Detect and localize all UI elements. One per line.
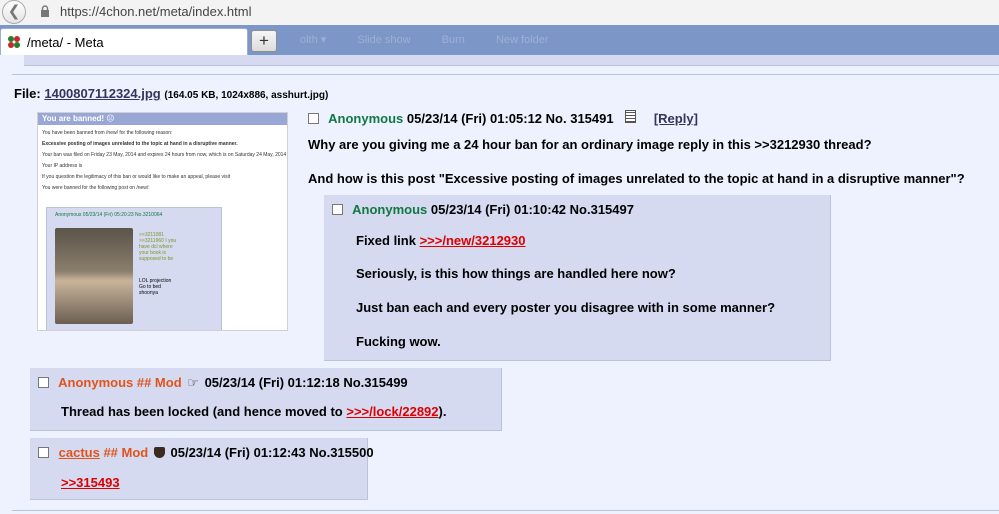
- qr-code-icon[interactable]: [625, 110, 637, 123]
- mod-poster-name: Anonymous ## Mod: [58, 375, 182, 390]
- post-datetime: 05/23/14 (Fri) 01:12:18: [204, 375, 340, 390]
- divider: [12, 74, 999, 75]
- reply-message-line: Fixed link >>>/new/3212930: [356, 233, 526, 248]
- back-arrow-icon[interactable]: ❮: [2, 0, 26, 24]
- post-datetime: 05/23/14 (Fri) 01:05:12: [406, 111, 543, 126]
- reply-message-line: >>315493: [61, 475, 120, 490]
- post-select-checkbox[interactable]: [38, 447, 49, 458]
- banned-post-quotes: >>3211081 >>3211960 I you have dcl where…: [139, 232, 177, 262]
- address-bar: ❮ https://4chon.net/meta/index.html: [0, 0, 999, 26]
- ban-text-line: Your ban was filed on Friday 23 May, 201…: [42, 152, 287, 158]
- poster-name: Anonymous: [328, 111, 404, 126]
- post-datetime: 05/23/14 (Fri) 01:12:43: [170, 445, 306, 460]
- post-number[interactable]: No. 315491: [546, 111, 614, 126]
- mod-poster-name[interactable]: cactus: [59, 445, 100, 460]
- ban-banner: You are banned! ☹: [38, 113, 287, 125]
- ban-text-line: Your IP address is: [42, 163, 83, 169]
- post-select-checkbox[interactable]: [38, 377, 49, 388]
- post-select-checkbox[interactable]: [332, 204, 343, 215]
- board-link[interactable]: >>>/new/3212930: [420, 233, 526, 248]
- toolbar-item: Burn: [441, 34, 465, 46]
- portrait-photo: [55, 228, 133, 324]
- new-tab-button[interactable]: +: [251, 30, 277, 52]
- op-message-line: Why are you giving me a 24 hour ban for …: [308, 137, 872, 152]
- mod-capcode: ## Mod: [103, 445, 149, 460]
- previous-post-edge: [24, 55, 999, 66]
- op-message-line: And how is this post "Excessive posting …: [308, 171, 965, 186]
- toolbar-item: olth ▾: [300, 34, 327, 46]
- thread-page: File: 1400807112324.jpg (164.05 KB, 1024…: [0, 55, 999, 514]
- banned-post-preview: Anonymous 05/23/14 (Fri) 05:20:23 No.321…: [46, 207, 222, 330]
- board-link[interactable]: >>>/lock/22892: [346, 404, 438, 419]
- tab-meta[interactable]: /meta/ - Meta: [0, 28, 248, 55]
- reply-header: Anonymous ## Mod ☞ 05/23/14 (Fri) 01:12:…: [38, 375, 408, 391]
- file-info-line: File: 1400807112324.jpg (164.05 KB, 1024…: [14, 86, 328, 101]
- poster-name: Anonymous: [352, 202, 428, 217]
- fixed-label: Fixed link: [356, 233, 416, 248]
- divider: [12, 510, 999, 511]
- ban-text-line: You were banned for the following post o…: [42, 185, 150, 191]
- post-number[interactable]: No.315497: [570, 202, 634, 217]
- reply-message-line: Seriously, is this how things are handle…: [356, 266, 676, 281]
- lock-icon: [41, 5, 49, 17]
- reply-message-line: Just ban each and every poster you disag…: [356, 300, 776, 315]
- reply-post: cactus ## Mod 05/23/14 (Fri) 01:12:43 No…: [30, 438, 374, 500]
- pointing-hand-icon: ☞: [187, 375, 199, 390]
- url-field[interactable]: https://4chon.net/meta/index.html: [60, 4, 252, 19]
- post-select-checkbox[interactable]: [308, 113, 319, 124]
- reply-message-line: Thread has been locked (and hence moved …: [61, 404, 446, 419]
- clover-icon: [8, 36, 20, 48]
- ban-text-line: Excessive posting of images unrelated to…: [42, 141, 238, 147]
- background-toolbar: olth ▾ Slide show Burn New folder: [300, 33, 577, 46]
- reply-message-line: Fucking wow.: [356, 334, 441, 349]
- reply-post: Anonymous ## Mod ☞ 05/23/14 (Fri) 01:12:…: [30, 368, 502, 431]
- lock-notice-text: Thread has been locked (and hence moved …: [61, 404, 343, 419]
- quote-link[interactable]: >>315493: [61, 475, 120, 490]
- op-post-header: Anonymous 05/23/14 (Fri) 01:05:12 No. 31…: [308, 110, 698, 126]
- post-datetime: 05/23/14 (Fri) 01:10:42: [430, 202, 567, 217]
- file-meta: (164.05 KB, 1024x886, asshurt.jpg): [164, 90, 329, 101]
- tab-title: /meta/ - Meta: [27, 35, 104, 50]
- banned-post-header: Anonymous 05/23/14 (Fri) 05:20:23 No.321…: [55, 212, 163, 218]
- ban-text-line: You have been banned from /new/ for the …: [42, 130, 173, 136]
- reply-header: cactus ## Mod 05/23/14 (Fri) 01:12:43 No…: [38, 445, 374, 460]
- op-image-thumbnail[interactable]: You are banned! ☹ You have been banned f…: [37, 112, 288, 331]
- tab-strip: /meta/ - Meta + olth ▾ Slide show Burn N…: [0, 25, 999, 55]
- toolbar-item: New folder: [495, 34, 549, 46]
- lock-notice-end: ).: [438, 404, 447, 419]
- ban-text-line: If you question the legitimacy of this b…: [42, 174, 231, 180]
- banned-post-text: LOL projection Go to bed shoonya: [139, 278, 172, 296]
- reply-link[interactable]: [Reply]: [654, 111, 698, 126]
- post-number[interactable]: No.315499: [343, 375, 407, 390]
- toolbar-item: Slide show: [357, 34, 411, 46]
- file-label: File:: [14, 86, 41, 101]
- reply-post: Anonymous 05/23/14 (Fri) 01:10:42 No.315…: [324, 195, 831, 361]
- reply-header: Anonymous 05/23/14 (Fri) 01:10:42 No.315…: [332, 202, 634, 217]
- post-number[interactable]: No.315500: [309, 445, 373, 460]
- file-link[interactable]: 1400807112324.jpg: [44, 86, 160, 101]
- shield-icon: [153, 447, 165, 458]
